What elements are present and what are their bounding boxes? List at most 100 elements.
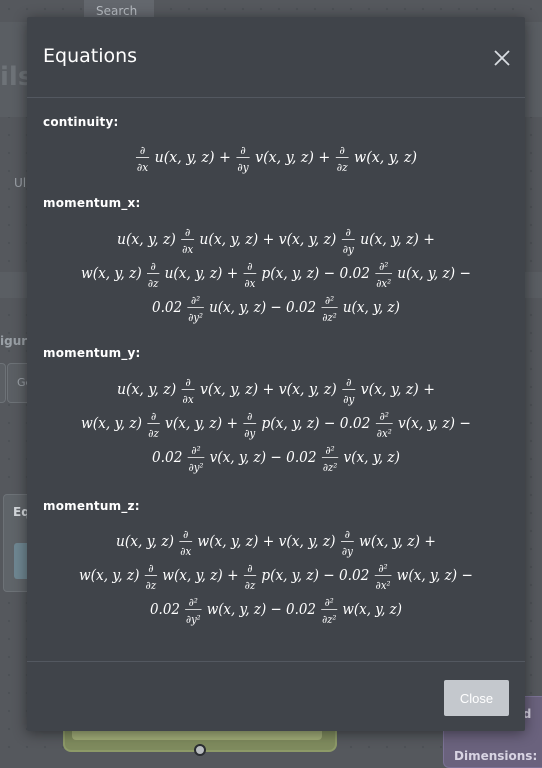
math-term: p(x, y, z) − 0.02 bbox=[257, 416, 375, 433]
fraction-numerator: ∂ bbox=[247, 261, 253, 274]
fraction-denominator: ∂z bbox=[146, 580, 157, 593]
math-term: v(x, y, z) − bbox=[394, 416, 471, 433]
math-term: w(x, y, z) − 0.02 bbox=[202, 601, 320, 618]
equation-line: w(x, y, z) ∂ ∂z u(x, y, z) + ∂ ∂x p(x, y, … bbox=[81, 261, 471, 291]
fraction-denominator: ∂y² bbox=[186, 614, 201, 627]
equation-line: 0.02 ∂² ∂y² v(x, y, z) − 0.02 ∂² ∂z² v(x, … bbox=[152, 445, 400, 475]
fraction-numerator: ∂ bbox=[247, 563, 253, 576]
math-term: u(x, y, z) + v(x, y, z) bbox=[195, 232, 341, 249]
math-term: v(x, y, z) bbox=[339, 449, 400, 466]
fraction-denominator: ∂x bbox=[183, 393, 194, 406]
math-term: 0.02 bbox=[152, 299, 186, 316]
fraction-numerator: ∂² bbox=[191, 295, 200, 308]
math-term: v(x, y, z) + bbox=[161, 416, 243, 433]
math-term: u(x, y, z) + bbox=[150, 149, 235, 166]
equation-momentum-z: u(x, y, z) ∂ ∂x w(x, y, z) + v(x, y, z) ∂… bbox=[27, 526, 525, 628]
math-term: u(x, y, z) bbox=[117, 382, 181, 399]
close-button[interactable]: Close bbox=[444, 680, 509, 716]
math-term: u(x, y, z) bbox=[116, 533, 178, 550]
math-term: u(x, y, z) + bbox=[356, 232, 435, 249]
equation-line: 0.02 ∂² ∂y² w(x, y, z) − 0.02 ∂² ∂z² w(x, … bbox=[150, 597, 402, 627]
fraction-denominator: ∂y bbox=[237, 161, 249, 174]
fraction-denominator: ∂y bbox=[244, 428, 256, 440]
fraction-denominator: ∂y² bbox=[188, 312, 203, 325]
background-node-handle bbox=[194, 744, 206, 756]
math-term: 0.02 bbox=[152, 449, 187, 466]
fraction-numerator: ∂ bbox=[151, 261, 157, 274]
fraction-numerator: ∂ bbox=[339, 144, 345, 157]
math-term: w(x, y, z) bbox=[81, 416, 146, 433]
close-icon[interactable] bbox=[491, 47, 513, 69]
math-term: w(x, y, z) bbox=[350, 149, 418, 166]
fraction-denominator: ∂z² bbox=[322, 312, 336, 325]
math-term: v(x, y, z) − 0.02 bbox=[205, 449, 321, 466]
equation-continuity: ∂ ∂x u(x, y, z) + ∂ ∂y v(x, y, z) + ∂ ∂z w(… bbox=[27, 142, 525, 176]
fraction-numerator: ∂ bbox=[240, 144, 246, 157]
math-term: u(x, y, z) + bbox=[160, 265, 242, 282]
fraction-denominator: ∂y bbox=[343, 393, 355, 406]
modal-header: Equations bbox=[27, 17, 525, 98]
equation-line: w(x, y, z) ∂ ∂z v(x, y, z) + ∂ ∂y p(x, y, … bbox=[81, 411, 471, 440]
equations-modal: Equations continuity: ∂ ∂x u(x, y, z) + ∂… bbox=[27, 17, 525, 731]
fraction-denominator: ∂z bbox=[245, 580, 256, 593]
math-term: w(x, y, z) + v(x, y, z) bbox=[193, 533, 340, 550]
fraction-denominator: ∂z bbox=[148, 428, 159, 440]
math-term: w(x, y, z) + bbox=[158, 567, 243, 584]
fraction-numerator: ∂ bbox=[140, 144, 146, 157]
math-term: p(x, y, z) − 0.02 bbox=[257, 265, 374, 282]
fraction-numerator: ∂ bbox=[346, 376, 352, 389]
fraction-denominator: ∂x bbox=[244, 278, 255, 291]
equation-line: 0.02 ∂² ∂y² u(x, y, z) − 0.02 ∂² ∂z² u(x, … bbox=[152, 295, 400, 325]
math-term: u(x, y, z) bbox=[339, 299, 400, 316]
close-icon-glyph bbox=[494, 50, 510, 66]
equation-label-momentum-z: momentum_z: bbox=[43, 499, 140, 513]
background-panel-box bbox=[0, 363, 6, 403]
math-term: w(x, y, z) bbox=[81, 265, 146, 282]
math-term: u(x, y, z) bbox=[117, 232, 180, 249]
fraction-numerator: ∂² bbox=[380, 411, 389, 423]
background-label-fragment: Ul bbox=[14, 176, 27, 190]
equation-momentum-x: u(x, y, z) ∂ ∂x u(x, y, z) + v(x, y, z) ∂… bbox=[27, 224, 525, 326]
fraction-denominator: ∂y² bbox=[189, 462, 204, 475]
fraction-numerator: ∂² bbox=[325, 295, 334, 308]
math-term: v(x, y, z) + bbox=[356, 382, 435, 399]
equation-line: u(x, y, z) ∂ ∂x v(x, y, z) + v(x, y, z) ∂… bbox=[117, 376, 435, 406]
fraction-denominator: ∂y bbox=[343, 243, 355, 256]
fraction-numerator: ∂ bbox=[185, 226, 191, 239]
equation-label-continuity: continuity: bbox=[43, 115, 119, 129]
equation-momentum-y: u(x, y, z) ∂ ∂x v(x, y, z) + v(x, y, z) ∂… bbox=[27, 374, 525, 476]
background-dimensions-fragment: Dimensions: bbox=[454, 749, 538, 763]
fraction-numerator: ∂² bbox=[325, 597, 334, 610]
math-term: u(x, y, z) − bbox=[393, 265, 471, 282]
fraction-denominator: ∂x² bbox=[376, 580, 391, 593]
fraction-denominator: ∂x² bbox=[377, 428, 392, 440]
fraction-denominator: ∂x bbox=[180, 546, 191, 559]
fraction-denominator: ∂z² bbox=[323, 462, 337, 475]
math-term: w(x, y, z) − bbox=[392, 567, 473, 584]
math-term: u(x, y, z) − 0.02 bbox=[205, 299, 321, 316]
fraction-denominator: ∂z bbox=[148, 278, 159, 291]
equation-line: u(x, y, z) ∂ ∂x w(x, y, z) + v(x, y, z) ∂… bbox=[116, 529, 436, 559]
fraction-denominator: ∂x bbox=[137, 161, 148, 174]
math-term: p(x, y, z) − 0.02 bbox=[257, 567, 374, 584]
fraction-numerator: ∂ bbox=[151, 411, 157, 423]
modal-footer: Close bbox=[27, 661, 525, 732]
fraction-denominator: ∂y bbox=[342, 546, 354, 559]
fraction-numerator: ∂ bbox=[183, 529, 189, 542]
equation-label-momentum-y: momentum_y: bbox=[43, 346, 141, 360]
modal-title: Equations bbox=[43, 45, 138, 67]
equation-line: ∂ ∂x u(x, y, z) + ∂ ∂y v(x, y, z) + ∂ ∂z w(… bbox=[135, 144, 418, 174]
modal-body: continuity: ∂ ∂x u(x, y, z) + ∂ ∂y v(x, y,… bbox=[27, 98, 525, 661]
math-term: w(x, y, z) bbox=[338, 601, 402, 618]
math-term: w(x, y, z) bbox=[79, 567, 144, 584]
equation-line: w(x, y, z) ∂ ∂z w(x, y, z) + ∂ ∂z p(x, y, … bbox=[79, 563, 473, 593]
fraction-numerator: ∂² bbox=[191, 445, 200, 458]
fraction-numerator: ∂² bbox=[189, 597, 198, 610]
equation-line: u(x, y, z) ∂ ∂x u(x, y, z) + v(x, y, z) ∂… bbox=[117, 226, 435, 256]
fraction-denominator: ∂x² bbox=[376, 278, 391, 291]
fraction-numerator: ∂² bbox=[379, 563, 388, 576]
fraction-numerator: ∂² bbox=[379, 261, 388, 274]
math-term: v(x, y, z) + bbox=[251, 149, 335, 166]
fraction-numerator: ∂ bbox=[185, 376, 191, 389]
fraction-numerator: ∂ bbox=[346, 226, 352, 239]
